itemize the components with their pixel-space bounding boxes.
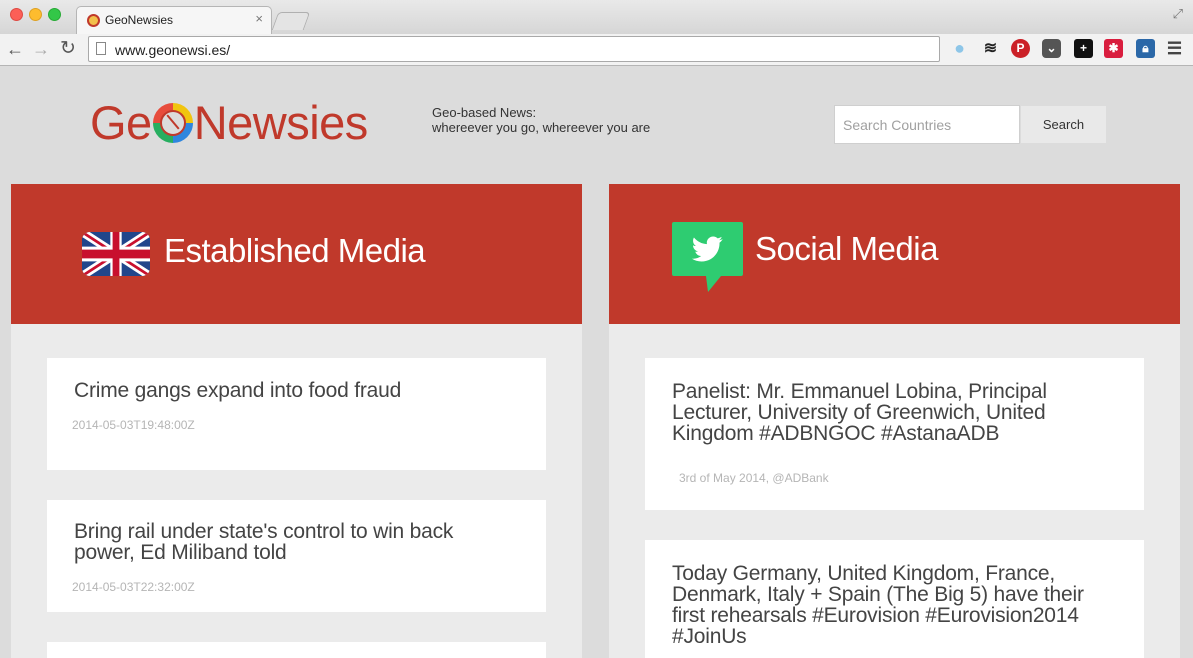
new-tab-button[interactable] [271,12,311,30]
tab-close-icon[interactable]: × [255,11,263,26]
established-media-column: Established Media Crime gangs expand int… [11,184,582,658]
social-media-title: Social Media [755,230,938,267]
close-window-button[interactable] [10,8,23,21]
menu-icon[interactable]: ☰ [1165,39,1184,58]
tweet-text[interactable]: Today Germany, United Kingdom, France, D… [672,563,1112,647]
tab-title: GeoNewsies [105,13,174,27]
news-card-title[interactable]: Crime gangs expand into food fraud [74,380,401,401]
site-logo[interactable]: Ge Newsies [90,95,368,155]
tweet-meta: 3rd of May 2014, @ADBank [679,471,829,485]
tweet-card[interactable]: Today Germany, United Kingdom, France, D… [645,540,1144,658]
tagline-line1: Geo-based News: [432,105,537,120]
address-bar[interactable]: www.geonewsi.es/ [88,36,940,62]
browser-titlebar: GeoNewsies × ⤢ [0,0,1193,34]
news-card-date: 2014-05-03T19:48:00Z [72,418,195,432]
tagline: Geo-based News: whereever you go, wheree… [432,105,650,135]
news-card[interactable] [47,642,546,658]
maximize-window-button[interactable] [48,8,61,21]
pocket-extension-icon[interactable]: ⌄ [1042,39,1061,58]
compass-icon [152,103,193,143]
news-card-date: 2014-05-03T22:32:00Z [72,580,195,594]
news-card[interactable]: Bring rail under state's control to win … [47,500,546,612]
news-card[interactable]: Crime gangs expand into food fraud 2014-… [47,358,546,470]
layers-extension-icon[interactable]: ≋ [981,39,1000,58]
plus-extension-icon[interactable]: + [1074,39,1093,58]
pinterest-extension-icon[interactable]: P [1011,39,1030,58]
back-button[interactable]: ← [6,38,24,60]
fullscreen-icon[interactable]: ⤢ [1173,6,1183,22]
tagline-line2: whereever you go, whereever you are [432,120,651,135]
twitter-bird-icon [672,222,743,292]
logo-text-prefix: Ge [90,96,152,149]
news-card-title[interactable]: Bring rail under state's control to win … [74,521,514,563]
browser-toolbar: ← → ↻ www.geonewsi.es/ ● ≋ P ⌄ + ✱ 🔒︎ ☰ [0,34,1193,66]
page-icon [96,42,106,55]
reload-button[interactable]: ↻ [60,38,76,60]
page-content: Ge Newsies Geo-based News: whereever you … [0,67,1193,658]
search-button[interactable]: Search [1020,105,1107,144]
social-media-column: Social Media Panelist: Mr. Emmanuel Lobi… [609,184,1180,658]
established-media-title: Established Media [164,232,426,269]
social-media-header: Social Media [609,184,1180,324]
union-jack-flag-icon [82,232,150,276]
asterisk-extension-icon[interactable]: ✱ [1104,39,1123,58]
forward-button[interactable]: → [32,38,50,60]
established-media-header: Established Media [11,184,582,324]
lock-extension-icon[interactable]: 🔒︎ [1136,39,1155,58]
droplet-extension-icon[interactable]: ● [950,39,969,58]
tweet-card[interactable]: Panelist: Mr. Emmanuel Lobina, Principal… [645,358,1144,510]
search-countries-input[interactable] [834,105,1020,144]
favicon-icon [87,14,100,27]
browser-tab[interactable]: GeoNewsies × [76,6,272,34]
minimize-window-button[interactable] [29,8,42,21]
logo-text-suffix: Newsies [193,96,369,149]
tweet-text[interactable]: Panelist: Mr. Emmanuel Lobina, Principal… [672,381,1092,444]
url-text[interactable]: www.geonewsi.es/ [115,42,230,58]
